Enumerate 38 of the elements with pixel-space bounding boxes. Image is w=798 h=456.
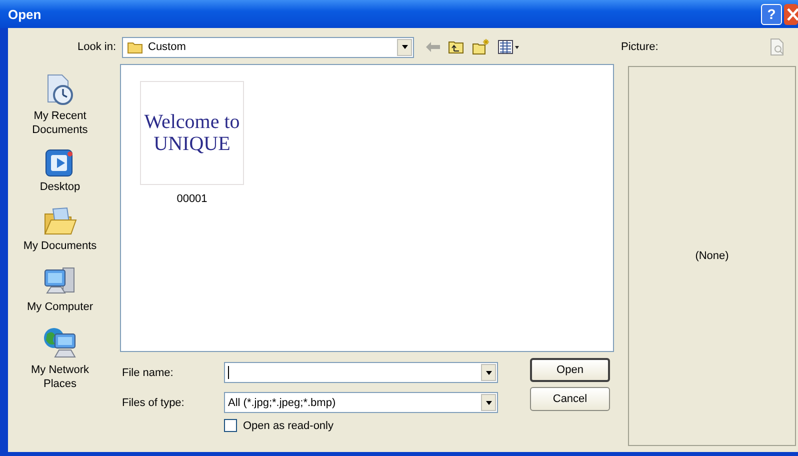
up-folder-icon[interactable]: [448, 40, 464, 54]
place-item[interactable]: Desktop: [18, 149, 102, 194]
picture-label: Picture:: [621, 41, 660, 53]
file-type-label: Files of type:: [121, 396, 186, 408]
desktop-icon: [45, 149, 75, 177]
close-icon[interactable]: [784, 4, 798, 24]
view-menu-icon[interactable]: [498, 40, 520, 54]
place-label: Desktop: [40, 180, 80, 194]
place-item[interactable]: My Computer: [18, 265, 102, 314]
thumbnail-text: UNIQUE: [154, 133, 230, 155]
file-name-label: File name:: [121, 366, 174, 378]
cancel-button[interactable]: Cancel: [530, 387, 610, 411]
open-folder-icon: [43, 206, 77, 236]
file-item[interactable]: Welcome to UNIQUE 00001: [139, 81, 245, 205]
file-type-dropdown[interactable]: All (*.jpg;*.jpeg;*.bmp): [224, 392, 498, 413]
network-computer-icon: [43, 326, 77, 360]
open-button[interactable]: Open: [530, 358, 610, 382]
place-label: My Network Places: [30, 363, 90, 391]
file-name: 00001: [176, 193, 208, 205]
read-only-checkbox[interactable]: [224, 419, 237, 432]
place-label: My Documents: [23, 239, 97, 253]
place-item[interactable]: My Recent Documents: [18, 74, 102, 137]
look-in-value: Custom: [148, 41, 186, 53]
place-item[interactable]: My Documents: [18, 206, 102, 253]
file-name-field[interactable]: [224, 362, 498, 383]
place-label: My Computer: [26, 300, 94, 314]
new-folder-icon[interactable]: [472, 39, 490, 55]
folder-icon: [127, 40, 143, 54]
window-title: Open: [8, 6, 42, 22]
place-label: My Recent Documents: [31, 109, 89, 137]
place-item[interactable]: My Network Places: [18, 326, 102, 391]
file-type-value: All (*.jpg;*.jpeg;*.bmp): [228, 396, 336, 408]
help-button[interactable]: ?: [761, 4, 782, 24]
thumbnail-text: Welcome to: [144, 111, 240, 133]
look-in-dropdown[interactable]: Custom: [122, 36, 414, 58]
look-in-label: Look in:: [76, 41, 116, 53]
read-only-label: Open as read-only: [243, 420, 334, 432]
preview-status: (None): [695, 250, 729, 262]
